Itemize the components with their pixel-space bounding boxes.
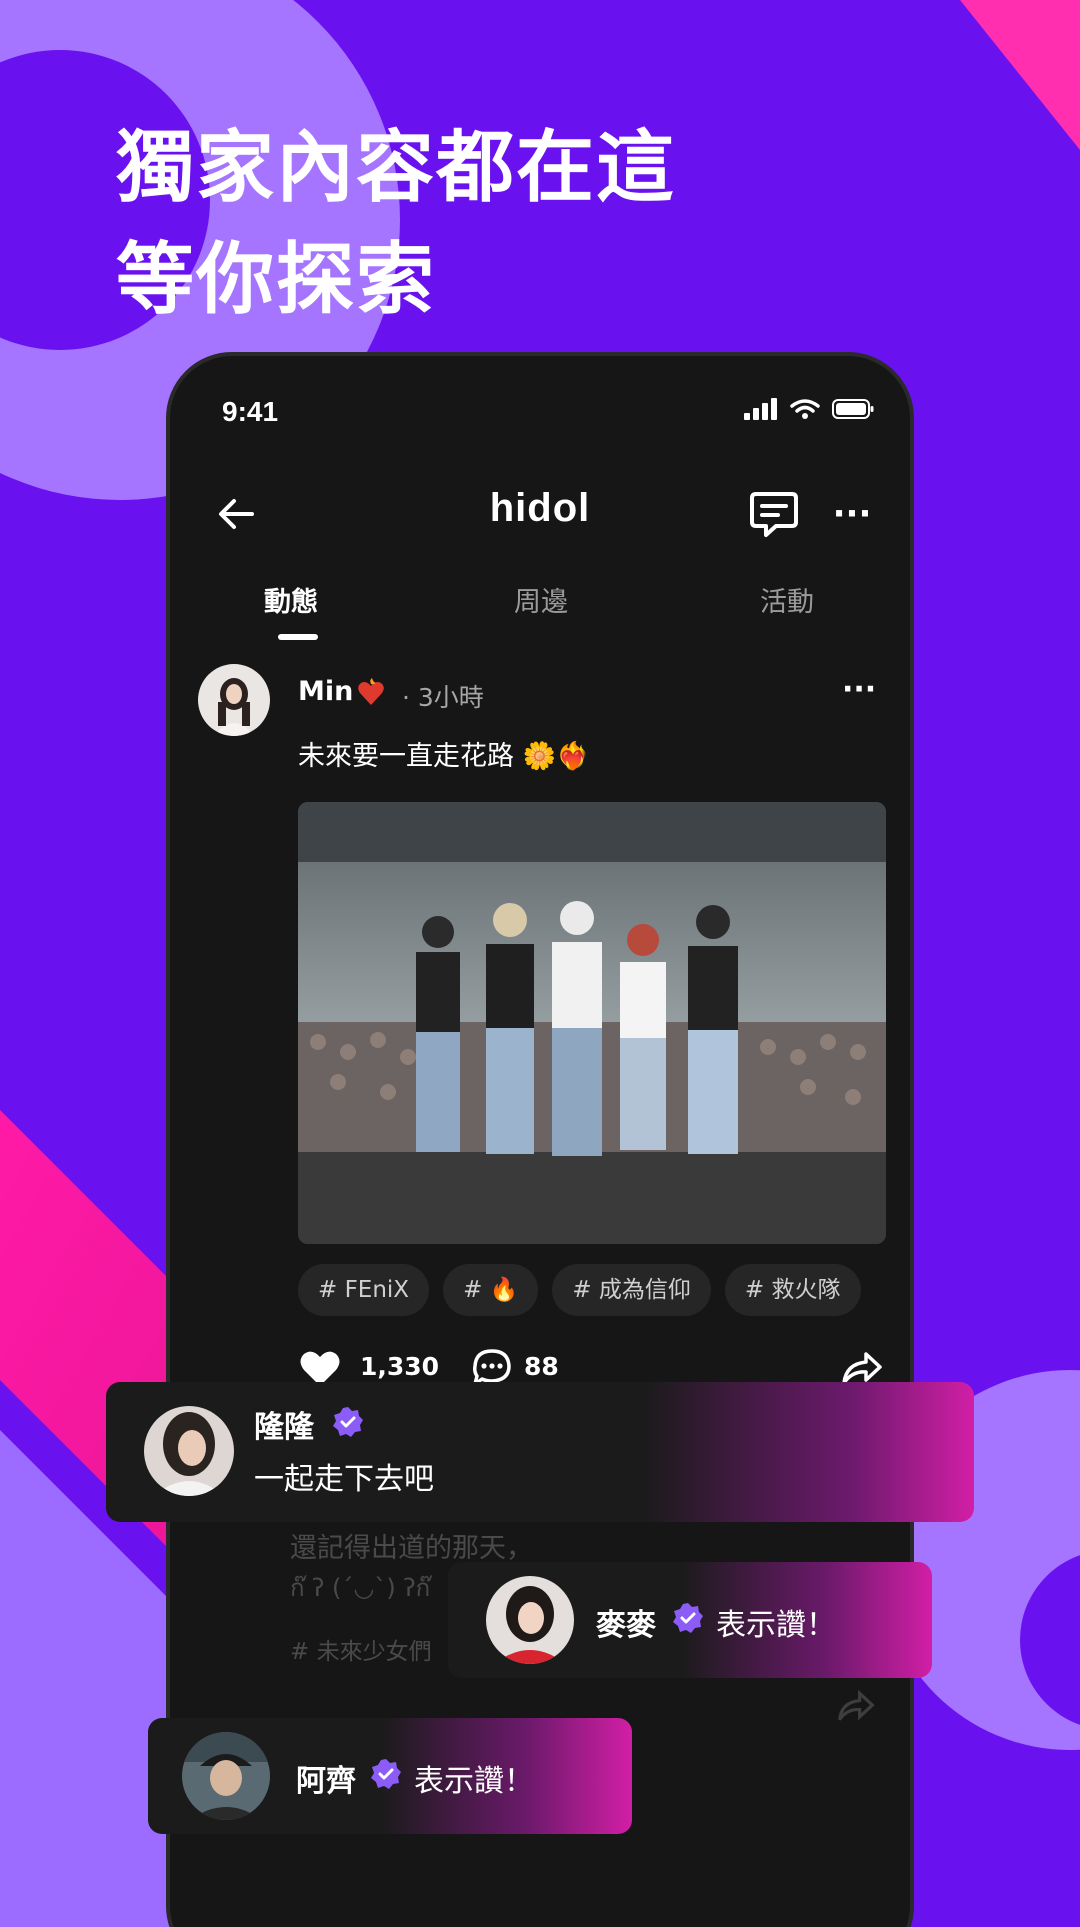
liker-avatar[interactable] — [486, 1576, 574, 1664]
comment-text: 一起走下去吧 — [254, 1462, 434, 1497]
background-post-caption: 還記得出道的那天， — [290, 1533, 533, 1564]
hashtag-list: # FEniX # 🔥 # 成為信仰 # 救火隊 — [298, 1264, 861, 1316]
comment-count: 88 — [524, 1352, 559, 1381]
post-time: · 3小時 — [402, 683, 484, 712]
concert-stage-image — [298, 802, 886, 1244]
headline-line-2: 等你探索 — [116, 235, 437, 325]
background-share-icon — [838, 1689, 875, 1721]
top-navbar: hidol ··· — [170, 466, 910, 566]
like-notification-card: 阿齊 表示讚！ — [148, 1718, 632, 1834]
hashtag-chip[interactable]: # 救火隊 — [724, 1264, 861, 1316]
hashtag-chip[interactable]: # FEniX — [298, 1264, 430, 1316]
tab-merch[interactable]: 周邊 — [514, 580, 568, 619]
status-bar: 9:41 — [170, 356, 910, 466]
tab-bar: 動態 周邊 活動 — [170, 566, 910, 646]
wifi-icon — [790, 399, 820, 419]
commenter-avatar[interactable] — [144, 1406, 234, 1496]
tab-feed[interactable]: 動態 — [264, 580, 318, 619]
headline: 獨家內容都在這 等你探索 — [116, 112, 676, 336]
like-notification-card: 麥麥 表示讚！ — [448, 1562, 932, 1678]
like-text: 表示讚！ — [716, 1608, 836, 1643]
tab-events[interactable]: 活動 — [760, 580, 814, 619]
message-icon[interactable] — [746, 486, 802, 542]
signal-icon — [744, 398, 777, 420]
verified-badge-icon — [371, 1759, 401, 1789]
post-photo[interactable] — [298, 802, 886, 1244]
hashtag-chip[interactable]: # 🔥 — [443, 1264, 539, 1316]
more-options-icon[interactable]: ··· — [830, 496, 874, 532]
status-icons — [744, 398, 874, 420]
hashtag-chip[interactable]: # 成為信仰 — [552, 1264, 711, 1316]
like-count: 1,330 — [360, 1352, 440, 1381]
author-avatar[interactable] — [198, 664, 270, 736]
headline-line-1: 獨家內容都在這 — [116, 123, 677, 213]
battery-icon — [832, 399, 874, 419]
liker-name: 阿齊 — [296, 1764, 356, 1799]
verified-badge-icon — [673, 1603, 703, 1633]
author-name[interactable]: Min — [298, 676, 353, 707]
verified-badge-icon — [333, 1407, 363, 1437]
like-text: 表示讚！ — [414, 1764, 534, 1799]
comment-card: 隆隆 一起走下去吧 — [106, 1382, 974, 1522]
post-caption: 未來要一直走花路 🌼❤️‍🔥 — [298, 741, 590, 772]
promo-screenshot: 獨家內容都在這 等你探索 9:41 hidol ··· 動態 周邊 活動 Min… — [0, 0, 1080, 1927]
status-time: 9:41 — [222, 396, 279, 427]
background-post-emoticon: ก๊ ʔ (ˊ◡ˋ) ʔก๊ — [290, 1574, 431, 1602]
author-avatar-image — [198, 664, 270, 736]
liker-name: 麥麥 — [596, 1608, 656, 1643]
background-post-tag: # 未來少女們 — [290, 1639, 432, 1665]
liker-avatar-image — [182, 1732, 270, 1820]
post-more-icon[interactable]: ··· — [842, 672, 876, 707]
commenter-name: 隆隆 — [254, 1410, 314, 1445]
liker-avatar-image — [486, 1576, 574, 1664]
commenter-avatar-image — [144, 1406, 234, 1496]
liker-avatar[interactable] — [182, 1732, 270, 1820]
phone-mockup: 9:41 hidol ··· 動態 周邊 活動 Min · 3小時 ··· 未來… — [166, 352, 914, 1927]
tab-active-indicator — [278, 634, 318, 640]
fire-heart-icon — [358, 678, 384, 705]
